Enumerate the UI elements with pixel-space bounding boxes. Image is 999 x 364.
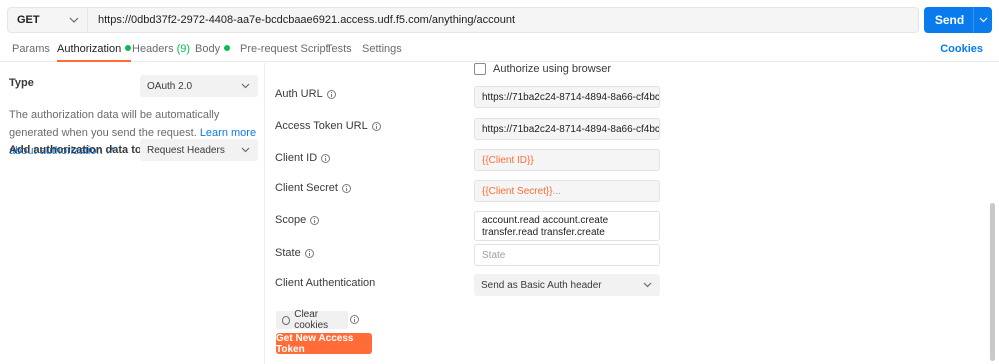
info-icon[interactable] [310,215,320,225]
scope-label-text: Scope [275,214,307,226]
auth-url-label-text: Auth URL [275,88,323,100]
tab-tests-label: Tests [326,43,352,55]
authorize-browser-checkbox[interactable] [474,63,486,75]
add-auth-data-value: Request Headers [147,144,225,156]
authorize-browser-row[interactable]: Authorize using browser [474,63,611,75]
chevron-down-icon[interactable] [974,17,992,23]
client-secret-input[interactable]: {{Client Secret}} ... [474,180,660,202]
auth-type-value: OAuth 2.0 [147,80,193,92]
request-tabs: Params Authorization Headers (9) Body Pr… [0,38,999,62]
tab-body[interactable]: Body [195,38,231,62]
authorize-browser-label: Authorize using browser [493,63,612,75]
state-label-text: State [275,247,301,259]
method-label: GET [17,14,40,26]
client-id-input[interactable]: {{Client ID}} [474,149,660,171]
client-id-label: Client ID [275,152,331,164]
client-secret-label: Client Secret [275,182,351,194]
method-select[interactable]: GET [8,8,88,32]
auth-url-label: Auth URL [275,88,336,100]
client-secret-ellipsis: ... [552,185,561,197]
status-dot-icon [125,45,132,51]
client-secret-variable: {{Client Secret}} [482,185,553,197]
chevron-down-icon [69,15,79,25]
type-label: Type [9,77,34,89]
headers-count: (9) [176,43,191,55]
scope-label: Scope [275,214,320,226]
info-icon[interactable] [321,153,331,163]
info-icon[interactable] [341,183,351,193]
chevron-down-icon [241,147,250,153]
auth-description-text: The authorization data will be automatic… [9,109,220,139]
cookies-link[interactable]: Cookies [940,38,983,60]
scrollbar-thumb[interactable] [990,203,995,361]
clear-cookies-button[interactable]: Clear cookies [276,309,348,331]
tab-pre-request-script[interactable]: Pre-request Script [240,38,329,62]
client-secret-label-text: Client Secret [275,182,338,194]
access-token-url-label: Access Token URL [275,120,381,132]
info-icon[interactable] [304,248,314,258]
tab-authorization-label: Authorization [57,43,122,55]
url-input[interactable]: https://0dbd37f2-2972-4408-aa7e-bcdcbaae… [88,14,515,26]
client-auth-value: Send as Basic Auth header [481,279,602,291]
chevron-down-icon [241,83,250,89]
info-icon[interactable] [326,89,336,99]
client-id-variable: {{Client ID}} [482,154,534,166]
add-auth-data-select[interactable]: Request Headers [140,139,258,161]
send-label: Send [934,13,965,27]
tab-authorization[interactable]: Authorization [57,38,132,62]
auth-type-panel: Type OAuth 2.0 The authorization data wi… [0,63,265,364]
auth-type-select[interactable]: OAuth 2.0 [140,75,258,97]
tab-headers[interactable]: Headers (9) [132,38,190,62]
tab-params[interactable]: Params [12,38,50,62]
tab-tests[interactable]: Tests [326,38,352,62]
state-input[interactable]: State [474,244,660,266]
tab-headers-label: Headers [132,43,174,55]
scope-input[interactable]: account.read account.create transfer.rea… [474,211,660,241]
state-placeholder: State [482,249,506,261]
access-token-url-input[interactable]: https://71ba2c24-8714-4894-8a66-cf4bc1- [474,118,660,140]
chevron-down-icon [643,282,652,288]
status-dot-icon [224,45,231,51]
client-auth-select[interactable]: Send as Basic Auth header [474,274,660,296]
tab-pre-request-label: Pre-request Script [240,43,329,55]
tab-params-label: Params [12,43,50,55]
client-auth-label-text: Client Authentication [275,277,376,289]
client-auth-label: Client Authentication [275,277,375,289]
info-icon[interactable] [350,315,359,324]
clear-cookies-label: Clear cookies [294,309,329,331]
access-token-url-label-text: Access Token URL [275,120,368,132]
state-label: State [275,247,314,259]
get-new-access-token-button[interactable]: Get New Access Token [276,333,372,355]
client-id-label-text: Client ID [275,152,318,164]
send-button[interactable]: Send [924,7,992,33]
clock-icon [282,315,291,325]
tab-settings[interactable]: Settings [362,38,402,62]
add-auth-data-label: Add authorization data to [9,144,142,156]
auth-url-input[interactable]: https://71ba2c24-8714-4894-8a66-cf4bc1- [474,86,660,108]
info-icon[interactable] [371,121,381,131]
request-bar: GET https://0dbd37f2-2972-4408-aa7e-bcdc… [7,7,919,33]
tab-settings-label: Settings [362,43,402,55]
tab-body-label: Body [195,43,221,55]
